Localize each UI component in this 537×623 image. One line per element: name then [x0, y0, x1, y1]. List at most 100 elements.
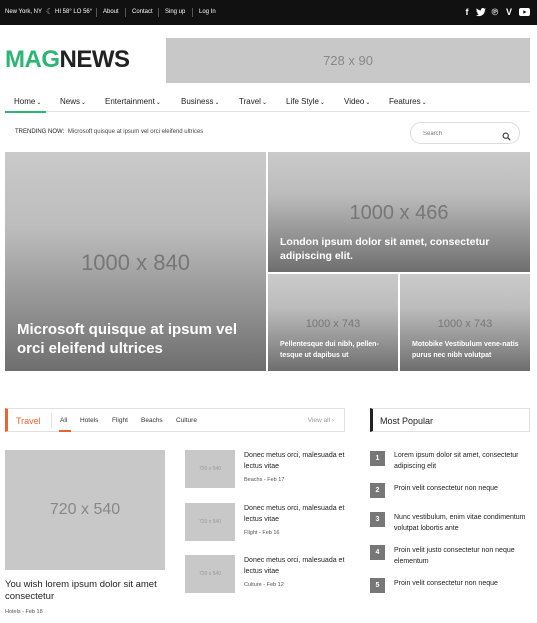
- twitter-icon[interactable]: [476, 6, 486, 18]
- about-link[interactable]: About: [103, 9, 119, 15]
- tab-active-indicator: [59, 430, 71, 432]
- nav-item-business[interactable]: Business⌄: [181, 97, 220, 106]
- list-item-thumbnail[interactable]: 720 x 540: [185, 503, 235, 541]
- post-date: Feb 17: [267, 477, 285, 483]
- top-bar: New York, NY ☾ HI 58° LO 56° About Conta…: [0, 0, 537, 25]
- tab-all[interactable]: All: [60, 417, 67, 424]
- nav-active-indicator: [5, 111, 46, 113]
- nav-item-label: Entertainment: [105, 97, 155, 106]
- chevron-down-icon: ⌄: [365, 100, 371, 106]
- tab-flight[interactable]: Flight: [112, 417, 128, 424]
- popular-item-title[interactable]: Nunc vestibulum, enim vitae condimentum …: [394, 512, 534, 534]
- trending-label: TRENDING NOW:: [15, 129, 65, 135]
- post-category[interactable]: Flight: [244, 530, 257, 536]
- hero-bottom-right-tile[interactable]: 1000 x 743 Motobike Vestibulum vene-nati…: [400, 274, 530, 371]
- search-input[interactable]: [423, 128, 493, 140]
- meta-separator: -: [263, 477, 266, 483]
- rank-badge: 4: [370, 545, 385, 560]
- divider: [51, 413, 52, 428]
- logo-mag: MAG: [5, 46, 60, 73]
- tab-hotels[interactable]: Hotels: [80, 417, 98, 424]
- contact-link[interactable]: Contact: [132, 9, 153, 15]
- chevron-down-icon: ⌄: [319, 100, 325, 106]
- login-link[interactable]: Log In: [199, 9, 216, 15]
- nav-item-life-style[interactable]: Life Style⌄: [286, 97, 325, 106]
- divider: [125, 8, 126, 17]
- featured-title[interactable]: You wish lorem ipsum dolor sit amet cons…: [5, 579, 165, 603]
- section-title: Most Popular: [380, 416, 434, 426]
- search-box: [410, 122, 520, 144]
- hero-top-right-tile[interactable]: 1000 x 466 London ipsum dolor sit amet, …: [268, 152, 530, 272]
- logo-news: NEWS: [59, 46, 131, 73]
- main-nav: Home⌄ News⌄ Entertainment⌄ Business⌄ Tra…: [5, 90, 530, 113]
- featured-meta: Hotels - Feb 18: [5, 609, 43, 615]
- popular-item-title[interactable]: Lorem ipsum dolor sit amet, consectetur …: [394, 450, 534, 472]
- travel-section-header: Travel All Hotels Flight Beachs Culture …: [5, 408, 345, 432]
- popular-item-title[interactable]: Proin velit consectetur non neque: [394, 483, 534, 494]
- nav-item-video[interactable]: Video⌄: [344, 97, 370, 106]
- trending-headline-link[interactable]: Microsoft quisque at ipsum vel orci elei…: [68, 129, 203, 135]
- image-placeholder: 1000 x 743: [305, 318, 361, 330]
- post-category[interactable]: Hotels: [5, 609, 21, 615]
- post-category[interactable]: Beachs: [244, 477, 262, 483]
- nav-item-label: Life Style: [286, 97, 319, 106]
- list-item-thumbnail[interactable]: 720 x 540: [185, 450, 235, 488]
- nav-item-label: News: [60, 97, 81, 106]
- view-all-link[interactable]: View all ›: [308, 417, 334, 424]
- header-ad-banner[interactable]: 728 x 90: [166, 38, 530, 83]
- tab-culture[interactable]: Culture: [176, 417, 197, 424]
- rank-badge: 5: [370, 578, 385, 593]
- image-placeholder: 1000 x 840: [81, 250, 190, 275]
- moon-icon: ☾: [46, 7, 54, 16]
- featured-thumbnail[interactable]: 720 x 540: [5, 450, 165, 570]
- meta-separator: -: [258, 530, 261, 536]
- facebook-icon[interactable]: f: [462, 6, 472, 18]
- chevron-down-icon: ⌄: [261, 100, 267, 106]
- nav-item-entertainment[interactable]: Entertainment⌄: [105, 97, 161, 106]
- post-category[interactable]: Culture: [244, 582, 262, 588]
- hero-bottom-left-tile[interactable]: 1000 x 743 Pellentesque dui nibh, pellen…: [268, 274, 398, 371]
- nav-item-label: Home: [14, 97, 36, 106]
- chevron-down-icon: ⌄: [421, 100, 427, 106]
- hero-top-right-title[interactable]: London ipsum dolor sit amet, consectetur…: [280, 235, 520, 263]
- nav-item-home[interactable]: Home⌄: [14, 97, 41, 106]
- image-placeholder: 1000 x 466: [349, 202, 449, 224]
- list-item-title[interactable]: Donec metus orci, malesuada et lectus vi…: [244, 555, 349, 577]
- signup-link[interactable]: Sing up: [165, 9, 185, 15]
- divider: [96, 8, 97, 17]
- hero-main-title[interactable]: Microsoft quisque at ipsum vel orci elei…: [17, 320, 262, 358]
- nav-item-label: Travel: [239, 97, 261, 106]
- divider: [158, 8, 159, 17]
- chevron-down-icon: ⌄: [36, 100, 42, 106]
- pinterest-icon[interactable]: ℗: [490, 6, 500, 18]
- rank-badge: 2: [370, 483, 385, 498]
- divider: [192, 8, 193, 17]
- section-title: Travel: [16, 416, 41, 426]
- tab-beachs[interactable]: Beachs: [141, 417, 163, 424]
- vimeo-icon[interactable]: V: [504, 6, 514, 18]
- rank-badge: 3: [370, 512, 385, 527]
- list-item-title[interactable]: Donec metus orci, malesuada et lectus vi…: [244, 450, 349, 472]
- popular-item-title[interactable]: Proin velit justo consectetur non neque …: [394, 545, 534, 567]
- location-text: New York, NY: [5, 9, 43, 15]
- list-item-meta: Beachs - Feb 17: [244, 477, 284, 483]
- search-icon[interactable]: [502, 128, 511, 146]
- popular-item-title[interactable]: Proin velit consectetur non neque: [394, 578, 534, 589]
- nav-item-travel[interactable]: Travel⌄: [239, 97, 267, 106]
- hero-main-tile[interactable]: 1000 x 840 Microsoft quisque at ipsum ve…: [5, 152, 266, 371]
- nav-item-features[interactable]: Features⌄: [389, 97, 427, 106]
- chevron-down-icon: ⌄: [81, 100, 87, 106]
- nav-item-news[interactable]: News⌄: [60, 97, 86, 106]
- chevron-down-icon: ⌄: [155, 100, 161, 106]
- list-item-title[interactable]: Donec metus orci, malesuada et lectus vi…: [244, 503, 349, 525]
- chevron-down-icon: ⌄: [214, 100, 220, 106]
- youtube-icon[interactable]: [518, 6, 530, 18]
- site-logo[interactable]: MAGNEWS: [5, 46, 130, 74]
- trending-ticker: TRENDING NOW: Microsoft quisque at ipsum…: [15, 129, 203, 135]
- list-item-thumbnail[interactable]: 720 x 540: [185, 555, 235, 593]
- hero-bottom-right-title[interactable]: Motobike Vestibulum vene-natis purus nec…: [412, 339, 524, 361]
- post-date: Feb 12: [266, 582, 284, 588]
- hero-bottom-left-title[interactable]: Pellentesque dui nibh, pellen-tesque ut …: [280, 339, 392, 361]
- nav-item-label: Video: [344, 97, 365, 106]
- temperature-text: HI 58° LO 56°: [55, 9, 93, 15]
